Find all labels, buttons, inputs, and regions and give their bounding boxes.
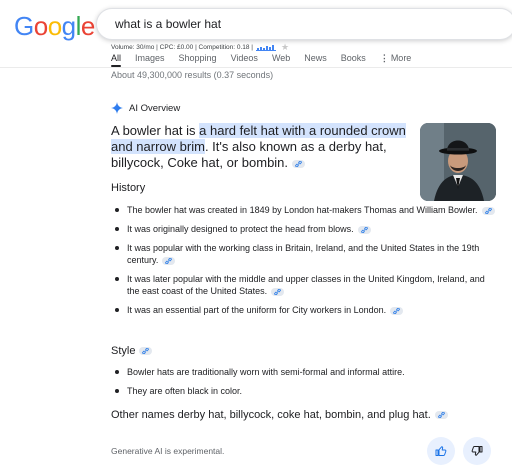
intro-text-before: A bowler hat is <box>111 123 200 138</box>
ai-overview-label: AI Overview <box>129 102 181 114</box>
history-item-text: The bowler hat was created in 1849 by Lo… <box>127 205 478 215</box>
list-item: They are often black in color. <box>111 385 496 397</box>
history-list: The bowler hat was created in 1849 by Lo… <box>111 204 496 323</box>
citation-link-icon[interactable] <box>481 206 495 215</box>
trend-sparkline-icon <box>256 44 277 51</box>
citation-link-icon[interactable] <box>292 159 306 168</box>
star-icon[interactable]: ★ <box>281 42 289 53</box>
citation-link-icon[interactable] <box>271 287 285 296</box>
bowler-hat-person-illustration <box>420 123 496 201</box>
logo-letter: o <box>33 11 48 41</box>
bowler-hat-man-image[interactable] <box>420 123 496 201</box>
other-names-text: Other names derby hat, billycock, coke h… <box>111 409 431 421</box>
style-item-text: They are often black in color. <box>127 386 243 396</box>
thumbs-up-button[interactable] <box>427 437 455 465</box>
ai-overview-intro: A bowler hat is a hard felt hat with a r… <box>111 123 411 171</box>
style-heading: Style <box>111 345 153 357</box>
thumbs-up-icon <box>435 446 447 456</box>
logo-letter: e <box>80 11 95 41</box>
tab-more[interactable]: ⋮ More <box>380 53 412 67</box>
list-item: The bowler hat was created in 1849 by Lo… <box>111 204 496 216</box>
history-item-text: It was originally designed to protect th… <box>127 224 354 234</box>
logo-letter: g <box>61 11 76 41</box>
thumbs-down-button[interactable] <box>463 437 491 465</box>
citation-link-icon[interactable] <box>357 225 371 234</box>
logo-letter: o <box>47 11 62 41</box>
tab-news[interactable]: News <box>304 53 327 67</box>
citation-link-icon[interactable] <box>139 347 153 356</box>
generative-ai-note: Generative AI is experimental. <box>111 446 225 456</box>
tab-books[interactable]: Books <box>341 53 366 67</box>
citation-link-icon[interactable] <box>162 256 176 265</box>
history-item-text: It was popular with the working class in… <box>127 243 480 265</box>
history-item-text: It was an essential part of the uniform … <box>127 305 387 315</box>
tab-more-label: More <box>390 53 412 63</box>
history-item-text: It was later popular with the middle and… <box>127 274 485 296</box>
list-item: It was later popular with the middle and… <box>111 273 496 297</box>
thumbs-down-icon <box>471 446 483 456</box>
search-tabs: All Images Shopping Videos Web News Book… <box>111 53 425 67</box>
result-stats: About 49,300,000 results (0.37 seconds) <box>111 70 274 80</box>
style-item-text: Bowler hats are traditionally worn with … <box>127 367 405 377</box>
tab-videos[interactable]: Videos <box>231 53 258 67</box>
tab-images[interactable]: Images <box>135 53 165 67</box>
sparkle-icon <box>111 102 123 114</box>
search-input[interactable]: what is a bowler hat <box>115 17 221 31</box>
history-heading: History <box>111 182 146 194</box>
list-item: It was popular with the working class in… <box>111 242 496 266</box>
other-names: Other names derby hat, billycock, coke h… <box>111 409 448 421</box>
seo-metrics-text: Volume: 30/mo | CPC: £0.00 | Competition… <box>111 44 254 51</box>
list-item: It was an essential part of the uniform … <box>111 304 496 316</box>
google-logo[interactable]: Google <box>14 11 95 41</box>
ai-overview-header: AI Overview <box>111 102 180 114</box>
tab-web[interactable]: Web <box>272 53 290 67</box>
list-item: It was originally designed to protect th… <box>111 223 496 235</box>
tab-shopping[interactable]: Shopping <box>179 53 217 67</box>
style-list: Bowler hats are traditionally worn with … <box>111 366 496 404</box>
header-divider <box>0 67 512 68</box>
style-heading-text: Style <box>111 345 136 357</box>
seo-metrics-bar: Volume: 30/mo | CPC: £0.00 | Competition… <box>111 42 289 53</box>
list-item: Bowler hats are traditionally worn with … <box>111 366 496 378</box>
logo-letter: G <box>14 11 34 41</box>
more-vert-icon: ⋮ <box>379 53 389 63</box>
citation-link-icon[interactable] <box>434 411 448 420</box>
citation-link-icon[interactable] <box>390 306 404 315</box>
search-box[interactable]: what is a bowler hat <box>96 8 512 40</box>
tab-all[interactable]: All <box>111 53 122 67</box>
